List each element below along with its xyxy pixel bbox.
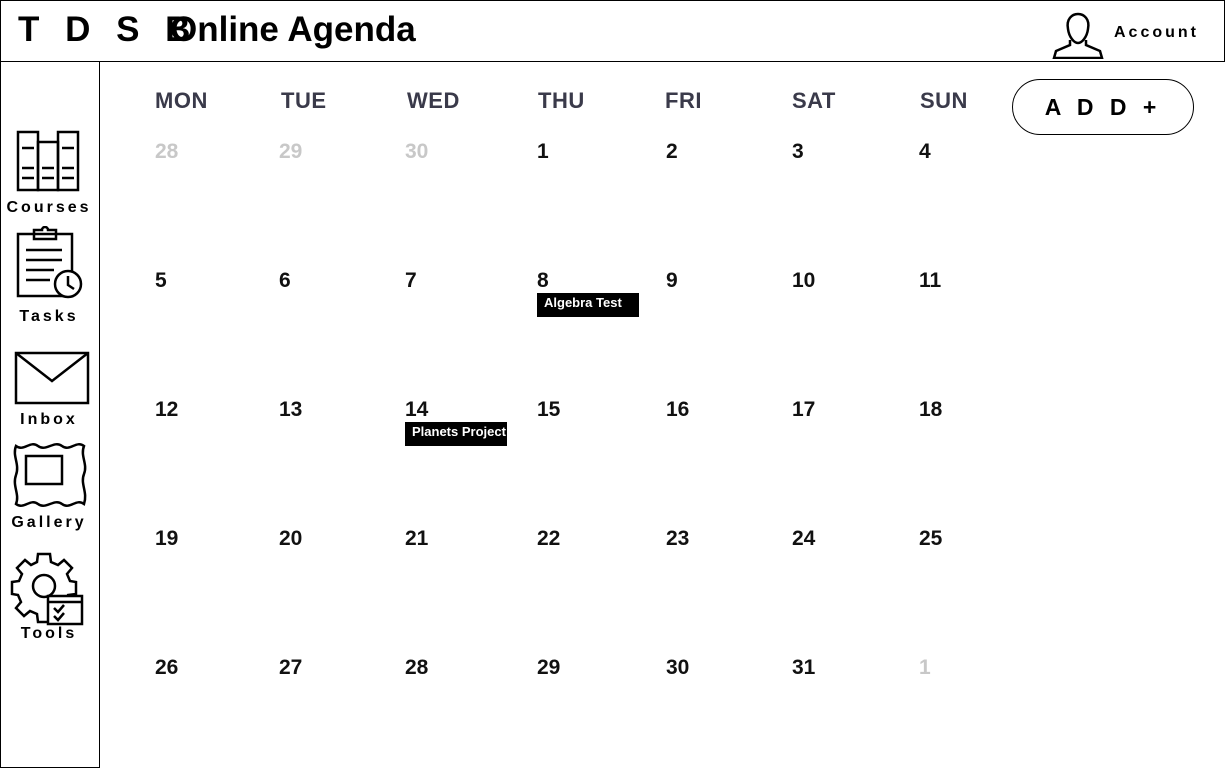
sidebar-item-label[interactable]: Inbox <box>0 411 98 429</box>
calendar-day-cell[interactable]: 1 <box>537 140 549 164</box>
sidebar-item-label[interactable]: Tasks <box>0 308 98 326</box>
calendar-day-cell[interactable]: 5 <box>155 269 167 293</box>
calendar-day-cell[interactable]: 23 <box>666 527 689 551</box>
calendar-day-cell[interactable]: 27 <box>279 656 302 680</box>
calendar-day-cell[interactable]: 26 <box>155 656 178 680</box>
clipboard-clock-icon <box>16 226 83 299</box>
calendar-day-cell[interactable]: 9 <box>666 269 678 293</box>
sidebar-item-label[interactable]: Gallery <box>0 514 98 532</box>
calendar-day-cell[interactable]: 10 <box>792 269 815 293</box>
calendar-day-cell[interactable]: 3 <box>792 140 804 164</box>
page-title: Online Agenda <box>170 10 416 49</box>
calendar-day-cell[interactable]: 8 <box>537 269 549 293</box>
envelope-icon <box>14 351 90 405</box>
sidebar-item-label[interactable]: Courses <box>0 199 98 217</box>
picture-frame-icon <box>13 443 87 507</box>
calendar-day-cell[interactable]: 16 <box>666 398 689 422</box>
calendar-day-cell[interactable]: 1 <box>919 656 931 680</box>
calendar-day-cell[interactable]: 28 <box>405 656 428 680</box>
weekday-header: MON <box>155 88 208 113</box>
gear-checklist-icon <box>10 552 84 626</box>
sidebar-item-courses[interactable] <box>16 130 82 192</box>
calendar-day-cell[interactable]: 29 <box>537 656 560 680</box>
calendar-day-cell[interactable]: 25 <box>919 527 942 551</box>
calendar-day-cell[interactable]: 15 <box>537 398 560 422</box>
weekday-header: SAT <box>792 88 836 113</box>
calendar-day-cell[interactable]: 14 <box>405 398 428 422</box>
calendar-day-cell[interactable]: 11 <box>919 269 941 293</box>
sidebar-item-gallery[interactable] <box>10 442 88 508</box>
calendar-day-cell[interactable]: 29 <box>279 140 302 164</box>
calendar-event[interactable]: Planets Project <box>405 422 507 446</box>
weekday-header: WED <box>407 88 460 113</box>
calendar-day-cell[interactable]: 12 <box>155 398 178 422</box>
sidebar-item-inbox[interactable] <box>14 351 90 405</box>
add-button[interactable]: A D D + <box>1012 79 1194 135</box>
calendar-day-cell[interactable]: 22 <box>537 527 560 551</box>
calendar-day-cell[interactable]: 19 <box>155 527 178 551</box>
sidebar-item-tools[interactable] <box>10 552 86 628</box>
calendar-day-cell[interactable]: 7 <box>405 269 417 293</box>
calendar-day-cell[interactable]: 17 <box>792 398 815 422</box>
calendar-day-cell[interactable]: 30 <box>405 140 428 164</box>
calendar-day-cell[interactable]: 20 <box>279 527 302 551</box>
calendar-day-cell[interactable]: 13 <box>279 398 302 422</box>
calendar-day-cell[interactable]: 28 <box>155 140 178 164</box>
account-link[interactable]: Account <box>1114 24 1199 42</box>
calendar-day-cell[interactable]: 24 <box>792 527 815 551</box>
weekday-header: THU <box>538 88 585 113</box>
calendar-event[interactable]: Algebra Test <box>537 293 639 317</box>
calendar-day-cell[interactable]: 31 <box>792 656 815 680</box>
books-icon <box>16 130 80 192</box>
calendar-day-cell[interactable]: 21 <box>405 527 428 551</box>
sidebar-item-tasks[interactable] <box>16 226 84 300</box>
weekday-header: TUE <box>281 88 327 113</box>
weekday-header: FRI <box>665 88 702 113</box>
calendar-day-cell[interactable]: 6 <box>279 269 291 293</box>
calendar-day-cell[interactable]: 30 <box>666 656 689 680</box>
calendar-day-cell[interactable]: 2 <box>666 140 678 164</box>
account-avatar-icon[interactable] <box>1052 7 1104 60</box>
weekday-header: SUN <box>920 88 968 113</box>
calendar-day-cell[interactable]: 4 <box>919 140 931 164</box>
calendar-day-cell[interactable]: 18 <box>919 398 942 422</box>
sidebar-item-label[interactable]: Tools <box>0 625 98 643</box>
